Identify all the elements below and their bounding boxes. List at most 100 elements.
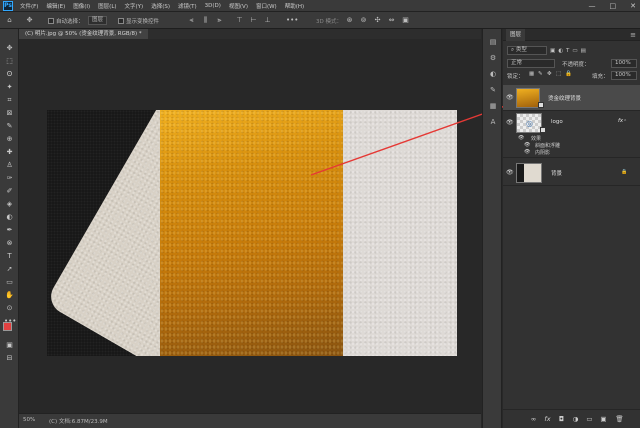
blur-tool-icon[interactable]: ⊗: [4, 238, 15, 248]
lock-artboard-icon[interactable]: ⬚: [556, 71, 561, 77]
swatches-panel-icon[interactable]: ▦: [488, 101, 498, 111]
eraser-tool-icon[interactable]: ✐: [4, 186, 15, 196]
layer-name[interactable]: 背景: [551, 169, 562, 177]
screen-mode-icon[interactable]: ⊟: [4, 353, 15, 363]
lock-position-icon[interactable]: ✥: [547, 71, 552, 77]
layer-row-gold-texture[interactable]: 👁 烫金纹理背景: [503, 85, 640, 111]
menu-edit[interactable]: 编辑(E): [46, 2, 65, 10]
new-group-icon[interactable]: ▭: [585, 415, 594, 424]
zoom-tool-icon[interactable]: ⊙: [4, 303, 15, 313]
stamp-tool-icon[interactable]: ♙: [4, 160, 15, 170]
brush-tool-icon[interactable]: ✚: [4, 147, 15, 157]
collapse-effects-icon[interactable]: ⌃: [623, 119, 627, 125]
slide-3d-icon[interactable]: ⇔: [386, 15, 397, 26]
layer-row-logo[interactable]: 👁 ◎ logo fx ⌃ 👁 效果 👁 斜面和浮雕 👁 内阴影: [503, 111, 640, 158]
menu-help[interactable]: 帮助(H): [285, 2, 304, 10]
rectangle-tool-icon[interactable]: ▭: [4, 277, 15, 287]
eyedropper-tool-icon[interactable]: ✎: [4, 121, 15, 131]
visibility-eye-icon[interactable]: 👁: [506, 119, 514, 126]
more-options-icon[interactable]: •••: [286, 15, 298, 26]
link-layers-icon[interactable]: ∞: [529, 415, 538, 424]
adjustments-panel-icon[interactable]: ◐: [488, 69, 498, 79]
history-brush-tool-icon[interactable]: ✑: [4, 173, 15, 183]
lock-pixels-icon[interactable]: ▦: [529, 71, 534, 77]
blend-mode-select[interactable]: 正常: [507, 59, 555, 68]
visibility-eye-icon[interactable]: 👁: [506, 94, 514, 101]
menu-view[interactable]: 视图(V): [229, 2, 248, 10]
filter-shape-icon[interactable]: ▭: [572, 48, 577, 54]
filter-pixel-icon[interactable]: ▣: [550, 48, 555, 54]
align-top-icon[interactable]: ⊤: [234, 15, 245, 26]
filter-smart-icon[interactable]: ▤: [581, 48, 586, 54]
properties-panel-icon[interactable]: ⚙: [488, 53, 498, 63]
auto-select-target[interactable]: 图层: [88, 15, 108, 26]
menu-file[interactable]: 文件(F): [20, 2, 38, 10]
menu-3d[interactable]: 3D(D): [205, 3, 221, 9]
quick-select-tool-icon[interactable]: ✦: [4, 82, 15, 92]
new-layer-icon[interactable]: ▣: [599, 415, 608, 424]
lasso-tool-icon[interactable]: ʘ: [4, 69, 15, 79]
adjustment-layer-icon[interactable]: ◑: [571, 415, 580, 424]
effects-eye-icon[interactable]: 👁: [518, 135, 524, 141]
delete-layer-icon[interactable]: 🗑: [615, 415, 624, 424]
frame-tool-icon[interactable]: ⊠: [4, 108, 15, 118]
layer-name[interactable]: logo: [551, 119, 563, 125]
scale-3d-icon[interactable]: ▣: [400, 15, 411, 26]
minimize-button[interactable]: —: [589, 2, 596, 10]
home-icon[interactable]: ⌂: [4, 15, 15, 26]
path-select-tool-icon[interactable]: ➚: [4, 264, 15, 274]
add-style-icon[interactable]: fx: [543, 415, 552, 424]
type-tool-icon[interactable]: T: [4, 251, 15, 261]
zoom-level[interactable]: 50%: [23, 417, 35, 423]
effect-inner-shadow[interactable]: 内阴影: [535, 149, 550, 156]
quick-mask-icon[interactable]: ▣: [4, 340, 15, 350]
align-left-icon[interactable]: ⫷: [186, 15, 197, 26]
menu-type[interactable]: 文字(Y): [125, 2, 144, 10]
show-transform-checkbox[interactable]: [118, 17, 124, 24]
panel-menu-icon[interactable]: ≡: [630, 29, 636, 41]
filter-type-icon[interactable]: T: [566, 48, 569, 54]
document-canvas[interactable]: [47, 110, 457, 356]
close-button[interactable]: ✕: [630, 2, 636, 10]
align-center-icon[interactable]: ⫼: [200, 15, 211, 26]
filter-adjust-icon[interactable]: ◐: [558, 48, 563, 54]
menu-filter[interactable]: 滤镜(T): [178, 2, 197, 10]
auto-select-option[interactable]: 自动选择：: [48, 15, 84, 26]
character-panel-icon[interactable]: A: [488, 117, 498, 127]
lock-all-icon[interactable]: 🔒: [565, 71, 572, 77]
menu-image[interactable]: 图像(I): [73, 2, 90, 10]
document-info[interactable]: (C) 文档:6.87M/23.9M: [49, 417, 108, 425]
move-tool-icon[interactable]: ✥: [4, 43, 15, 53]
crop-tool-icon[interactable]: ⌗: [4, 95, 15, 105]
layers-tab[interactable]: 图层: [506, 29, 526, 41]
gradient-tool-icon[interactable]: ◈: [4, 199, 15, 209]
fill-field[interactable]: 100%: [611, 71, 637, 80]
maximize-button[interactable]: □: [610, 2, 617, 10]
menu-select[interactable]: 选择(S): [151, 2, 170, 10]
show-transform-option[interactable]: 显示变换控件: [118, 15, 159, 26]
layer-filter-select[interactable]: ⌕ 类型: [507, 46, 547, 55]
history-panel-icon[interactable]: ▤: [488, 37, 498, 47]
menu-layer[interactable]: 图层(L): [98, 2, 116, 10]
canvas-area[interactable]: [19, 39, 481, 413]
layer-name[interactable]: 烫金纹理背景: [548, 94, 581, 102]
menu-window[interactable]: 窗口(W): [256, 2, 277, 10]
hand-tool-icon[interactable]: ✋: [4, 290, 15, 300]
pen-tool-icon[interactable]: ✒: [4, 225, 15, 235]
layer-row-background[interactable]: 👁 背景 🔒: [503, 160, 640, 186]
move-tool-icon[interactable]: ✥: [24, 15, 35, 26]
roll-3d-icon[interactable]: ⊚: [358, 15, 369, 26]
inner-shadow-eye-icon[interactable]: 👁: [524, 149, 530, 155]
auto-select-checkbox[interactable]: [48, 17, 54, 24]
bevel-eye-icon[interactable]: 👁: [524, 142, 530, 148]
visibility-eye-icon[interactable]: 👁: [506, 169, 514, 176]
align-bottom-icon[interactable]: ⊥: [262, 15, 273, 26]
orbit-3d-icon[interactable]: ⊛: [344, 15, 355, 26]
pan-3d-icon[interactable]: ✣: [372, 15, 383, 26]
document-tab[interactable]: (C) 明片.jpg @ 50% (烫金纹理背景, RGB/8) *: [19, 29, 148, 39]
opacity-field[interactable]: 100%: [611, 59, 637, 68]
lock-paint-icon[interactable]: ✎: [538, 71, 543, 77]
align-middle-icon[interactable]: ⊢: [248, 15, 259, 26]
align-right-icon[interactable]: ⫸: [214, 15, 225, 26]
brush-panel-icon[interactable]: ✎: [488, 85, 498, 95]
